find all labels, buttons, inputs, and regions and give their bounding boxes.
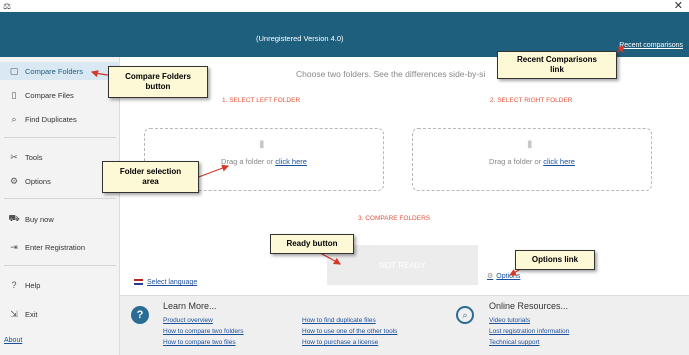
sidebar-item-compare-folders[interactable]: ▢ Compare Folders (0, 62, 120, 80)
sidebar-item-label: Find Duplicates (25, 114, 77, 124)
drop-text: Drag a folder or (489, 157, 542, 166)
about-link[interactable]: About (4, 337, 22, 344)
sidebar-item-label: Help (25, 280, 41, 290)
other-tools-howto-link[interactable]: How to use one of the other tools (302, 328, 397, 335)
sidebar-item-label: Compare Files (25, 90, 74, 100)
app-scale-icon: ⚖ (3, 1, 12, 11)
compare-folders-heading: 3. COMPARE FOLDERS (358, 215, 431, 222)
exit-icon: ⇲ (10, 308, 18, 319)
callout-ready-button: Ready button (270, 234, 354, 254)
options-link[interactable]: ⚙ Options (487, 272, 520, 280)
version-label: (Unregistered Version 4.0) (256, 34, 344, 43)
document-icon: ▮ (259, 139, 265, 150)
find-duplicates-howto-link[interactable]: How to find duplicate files (302, 317, 376, 324)
right-folder-drop-area[interactable]: ▮ Drag a folder or click here (412, 128, 652, 191)
tools-icon: ✂ (10, 151, 18, 162)
left-folder-heading: 1. SELECT LEFT FOLDER (222, 97, 301, 104)
right-folder-heading: 2. SELECT RIGHT FOLDER (490, 97, 573, 104)
sidebar-item-label: Exit (25, 309, 38, 319)
sidebar-item-label: Tools (25, 152, 43, 162)
sidebar-item-exit[interactable]: ⇲ Exit (0, 305, 120, 323)
left-click-here-link[interactable]: click here (275, 157, 307, 166)
us-flag-icon (134, 279, 143, 286)
sidebar-divider (4, 137, 116, 138)
sidebar-item-label: Buy now (25, 214, 54, 224)
footer-resources: ? Learn More... Product overview How to … (120, 295, 689, 355)
callout-folder-selection: Folder selection area (102, 161, 199, 193)
sidebar-item-label: Compare Folders (25, 66, 83, 76)
sidebar-item-enter-registration[interactable]: ⇥ Enter Registration (0, 238, 120, 256)
options-link-label: Options (496, 273, 521, 280)
callout-recent-comparisons: Recent Comparisons link (497, 51, 617, 79)
lost-registration-link[interactable]: Lost registration information (489, 328, 569, 335)
sidebar: ▢ Compare Folders ▯ Compare Files ⌕ Find… (0, 57, 120, 355)
sidebar-divider (4, 198, 116, 199)
callout-options-link: Options link (515, 250, 595, 270)
compare-folders-howto-link[interactable]: How to compare two folders (163, 328, 244, 335)
document-icon: ▮ (527, 139, 533, 150)
cart-icon: ⛟ (8, 213, 20, 223)
drop-message: Drag a folder or click here (413, 157, 651, 166)
sidebar-divider (4, 265, 116, 266)
sidebar-item-buy-now[interactable]: ⛟ Buy now (0, 210, 120, 228)
sidebar-item-help[interactable]: ? Help (0, 276, 120, 294)
search-icon: ⌕ (11, 113, 17, 124)
select-language-label: Select language (147, 279, 198, 286)
learn-more-title: Learn More... (163, 301, 217, 311)
sidebar-item-label: Options (25, 176, 51, 186)
question-icon: ? (131, 306, 149, 324)
sidebar-item-find-duplicates[interactable]: ⌕ Find Duplicates (0, 110, 120, 128)
recent-comparisons-link[interactable]: Recent comparisons (619, 42, 683, 49)
close-window-button[interactable]: ✕ (674, 0, 683, 12)
select-language-link[interactable]: Select language (134, 279, 197, 286)
folder-icon: ▢ (9, 65, 19, 76)
online-resources-title: Online Resources... (489, 301, 569, 311)
video-tutorials-link[interactable]: Video tutorials (489, 317, 530, 324)
intro-text: Choose two folders. See the differences … (296, 69, 486, 79)
compare-files-howto-link[interactable]: How to compare two files (163, 339, 236, 346)
help-icon: ? (11, 280, 17, 290)
product-overview-link[interactable]: Product overview (163, 317, 213, 324)
purchase-license-link[interactable]: How to purchase a license (302, 339, 378, 346)
sidebar-item-label: Enter Registration (25, 242, 86, 252)
right-click-here-link[interactable]: click here (543, 157, 575, 166)
login-icon: ⇥ (10, 241, 18, 252)
title-bar: ⚖ ✕ (0, 0, 689, 12)
globe-search-icon: ⌕ (456, 306, 474, 324)
drop-text: Drag a folder or (221, 157, 274, 166)
gear-icon: ⚙ (487, 273, 494, 280)
callout-compare-folders: Compare Folders button (108, 66, 208, 98)
gear-icon: ⚙ (9, 175, 19, 186)
file-icon: ▯ (11, 89, 17, 100)
sidebar-item-compare-files[interactable]: ▯ Compare Files (0, 86, 120, 104)
technical-support-link[interactable]: Technical support (489, 339, 540, 346)
